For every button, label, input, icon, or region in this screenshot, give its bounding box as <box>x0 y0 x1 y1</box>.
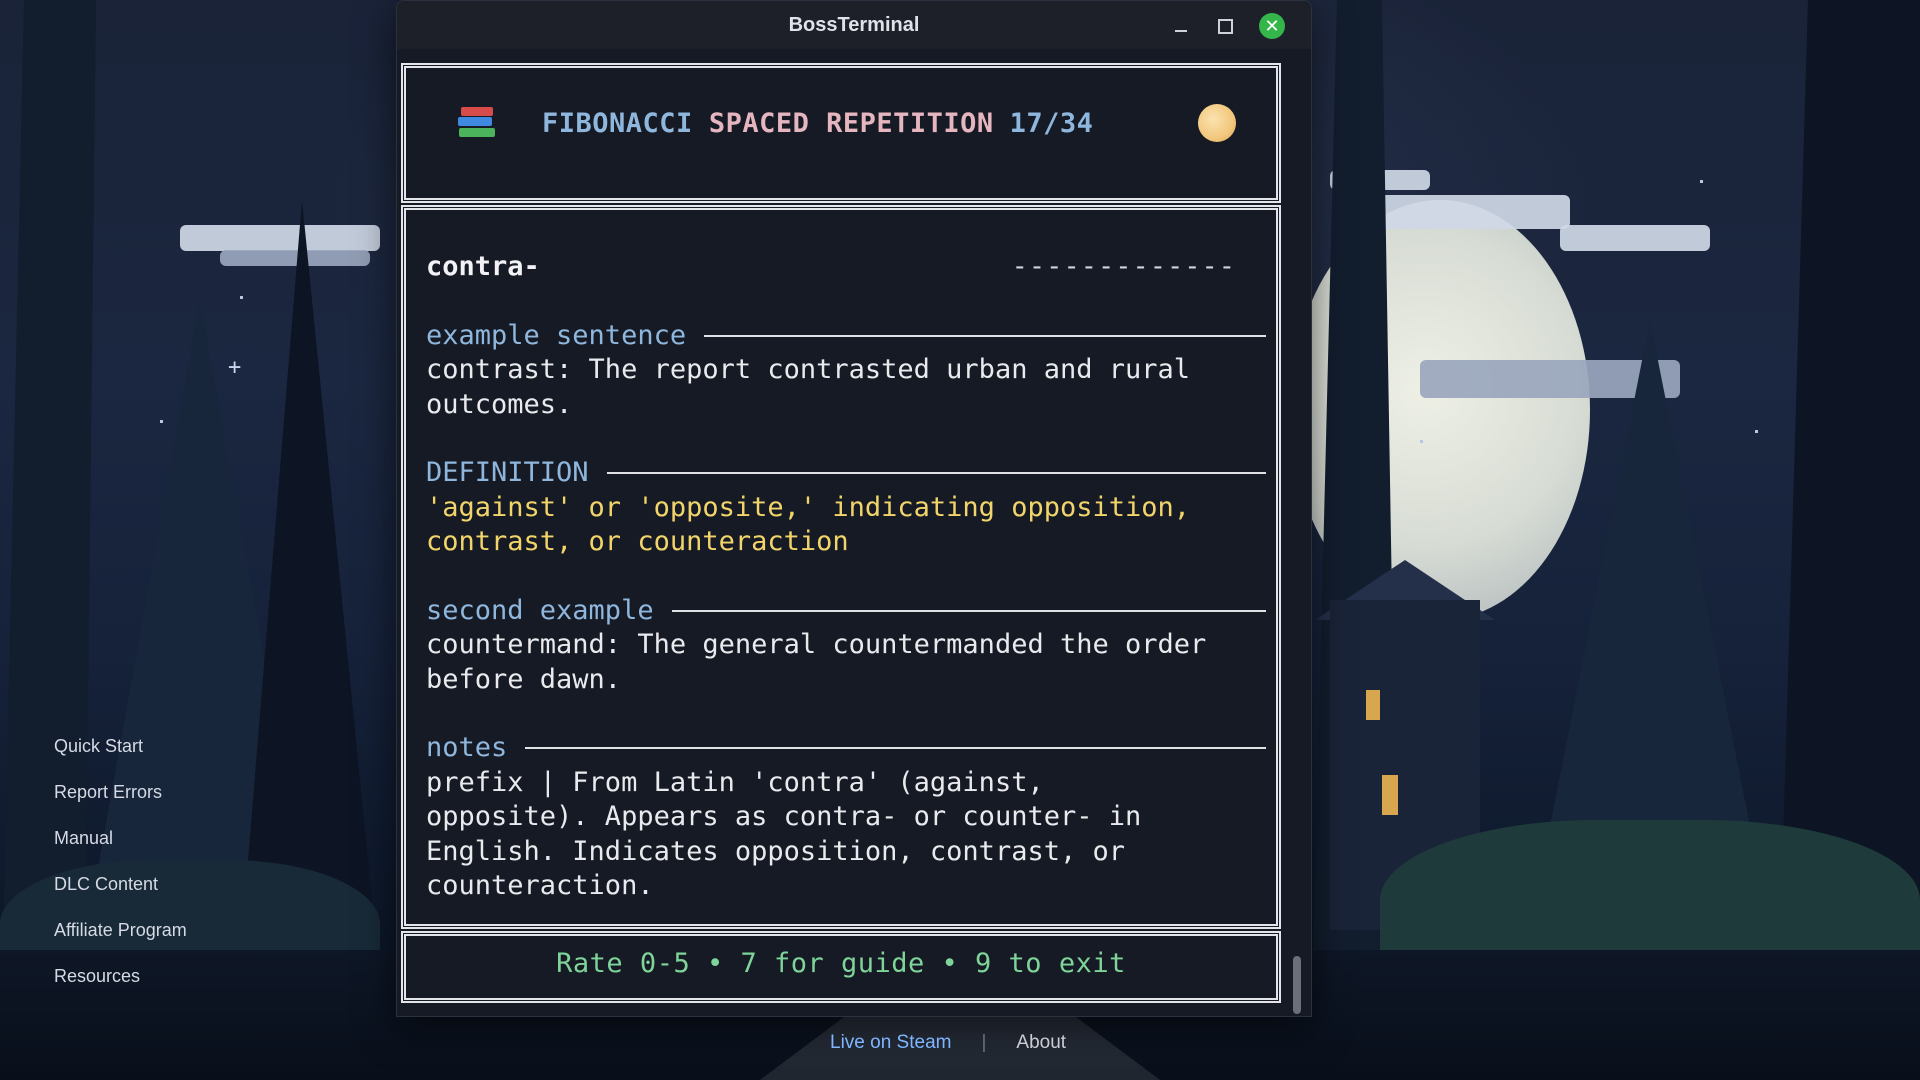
menu-dlc-content[interactable]: DLC Content <box>54 873 187 895</box>
star: + <box>228 355 242 380</box>
section-text: countermand: The general countermanded t… <box>426 629 1207 695</box>
header-box: FIBONACCI SPACED REPETITION 17/34 <box>401 63 1281 203</box>
section-heading: DEFINITION <box>426 457 589 488</box>
section-heading: notes <box>426 732 508 763</box>
menu-report-errors[interactable]: Report Errors <box>54 781 187 803</box>
star <box>1700 180 1703 183</box>
flashcard: contra- ------------- example sentence c… <box>426 250 1266 904</box>
section-text: prefix | From Latin 'contra' (against, o… <box>426 766 1142 902</box>
menu-resources[interactable]: Resources <box>54 965 187 987</box>
link-separator: | <box>981 1032 987 1053</box>
key-hint: Rate 0-5 • 7 for guide • 9 to exit <box>556 948 1126 979</box>
title-bar[interactable]: BossTerminal ✕ <box>397 1 1311 49</box>
close-icon[interactable]: ✕ <box>1259 13 1285 39</box>
section-heading: second example <box>426 594 654 626</box>
live-on-steam-link[interactable]: Live on Steam <box>830 1032 951 1054</box>
header-title-spaced-repetition: SPACED REPETITION <box>708 107 994 139</box>
bottom-links: Live on Steam | About <box>830 1032 1066 1054</box>
term-row: contra- ------------- <box>426 250 1266 285</box>
menu-quick-start[interactable]: Quick Start <box>54 735 187 757</box>
window-title: BossTerminal <box>788 13 920 36</box>
section-definition: DEFINITION 'against' or 'opposite,' indi… <box>426 456 1266 560</box>
scrollbar[interactable] <box>1293 956 1301 1014</box>
card-box: contra- ------------- example sentence c… <box>401 205 1281 929</box>
section-heading: example sentence <box>426 319 687 351</box>
house-window <box>1382 775 1398 815</box>
terminal-content[interactable]: FIBONACCI SPACED REPETITION 17/34 contra… <box>401 63 1281 1003</box>
house-window <box>1366 690 1380 720</box>
star <box>1420 440 1423 443</box>
moon-icon <box>1198 104 1236 142</box>
window-controls: ✕ <box>1171 13 1285 39</box>
card-term: contra- <box>426 251 540 282</box>
section-second-example: second example countermand: The general … <box>426 594 1266 698</box>
section-divider <box>525 747 1266 750</box>
menu-affiliate-program[interactable]: Affiliate Program <box>54 919 187 941</box>
star <box>1755 430 1758 433</box>
section-notes: notes prefix | From Latin 'contra' (agai… <box>426 731 1266 904</box>
section-divider <box>671 609 1266 612</box>
header-title-fibonacci: FIBONACCI <box>542 107 693 139</box>
terminal-window: BossTerminal ✕ FIBONACCI SPACED REPETITI… <box>396 0 1312 1017</box>
side-menu: Quick Start Report Errors Manual DLC Con… <box>54 735 187 987</box>
header-row: FIBONACCI SPACED REPETITION 17/34 <box>458 104 1236 142</box>
star <box>240 296 243 299</box>
maximize-icon[interactable] <box>1215 16 1235 36</box>
books-icon <box>458 107 496 139</box>
cloud <box>1560 225 1710 251</box>
section-text: contrast: The report contrasted urban an… <box>426 354 1191 420</box>
menu-manual[interactable]: Manual <box>54 827 187 849</box>
about-link[interactable]: About <box>1016 1032 1066 1054</box>
definition-text: 'against' or 'opposite,' indicating oppo… <box>426 491 1191 558</box>
answer-mask: ------------- <box>1011 251 1236 282</box>
section-divider <box>704 334 1266 337</box>
star <box>160 420 163 423</box>
card-progress: 17/34 <box>1009 107 1094 139</box>
section-example-sentence: example sentence contrast: The report co… <box>426 319 1266 423</box>
cloud <box>180 225 380 251</box>
minimize-icon[interactable] <box>1171 16 1191 36</box>
section-divider <box>606 472 1266 475</box>
cloud <box>220 250 370 266</box>
hint-box: Rate 0-5 • 7 for guide • 9 to exit <box>401 931 1281 1003</box>
